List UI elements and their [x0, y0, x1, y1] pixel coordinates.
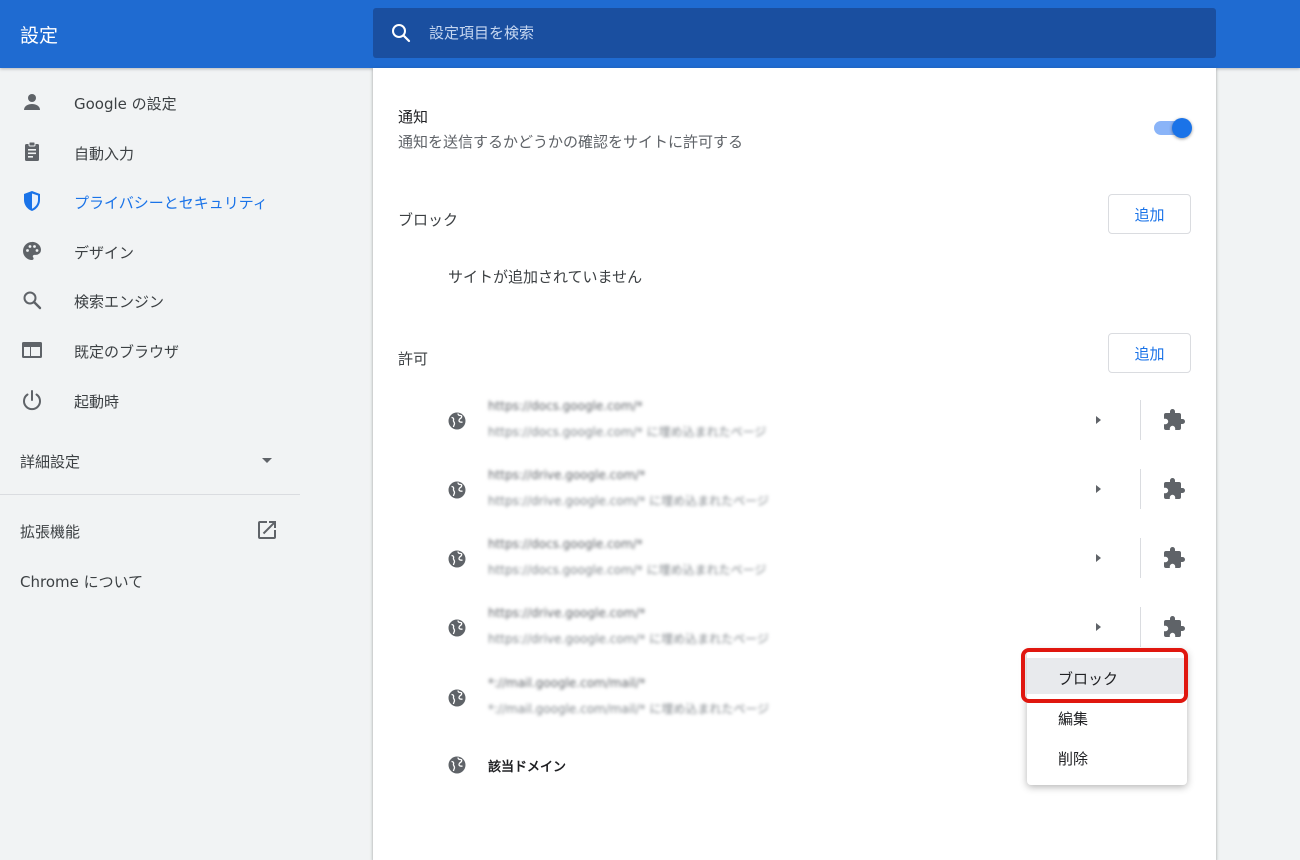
block-empty-message: サイトが追加されていません — [448, 268, 643, 286]
block-section-title: ブロック — [398, 211, 459, 229]
site-embedded-text: *://mail.google.com/mail/* に埋め込まれたページ — [488, 702, 770, 716]
sidebar-item-label: 自動入力 — [74, 145, 135, 163]
row-separator — [1140, 607, 1141, 647]
site-url: https://drive.google.com/* — [488, 606, 646, 620]
row-separator — [1140, 400, 1141, 440]
globe-icon — [448, 619, 466, 637]
block-add-button[interactable]: 追加 — [1108, 194, 1191, 234]
search-box[interactable] — [373, 8, 1216, 58]
sidebar-item-label: プライバシーとセキュリティ — [74, 194, 268, 212]
globe-icon — [448, 412, 466, 430]
row-separator — [1140, 469, 1141, 509]
sidebar-divider — [0, 494, 300, 495]
arrow-right-icon[interactable] — [1091, 479, 1107, 499]
sidebar-item-label: デザイン — [74, 244, 135, 262]
arrow-right-icon[interactable] — [1091, 617, 1107, 637]
puzzle-icon[interactable] — [1162, 408, 1186, 432]
globe-icon — [448, 756, 466, 774]
notifications-toggle[interactable] — [1154, 118, 1192, 138]
domain-label: 該当ドメイン — [488, 760, 567, 775]
palette-icon — [23, 241, 41, 260]
site-url: *://mail.google.com/mail/* — [488, 676, 646, 690]
puzzle-icon[interactable] — [1162, 477, 1186, 501]
site-url: https://docs.google.com/* — [488, 399, 643, 413]
site-embedded-text: https://drive.google.com/* に埋め込まれたページ — [488, 494, 769, 508]
search-input[interactable] — [429, 8, 1189, 58]
open-in-new-icon — [258, 521, 276, 539]
extensions-label: 拡張機能 — [20, 523, 81, 541]
power-icon — [23, 390, 41, 411]
globe-icon — [448, 550, 466, 568]
top-bar: 設定 — [0, 0, 1300, 68]
sidebar-item-extensions[interactable]: 拡張機能 — [0, 508, 300, 552]
sidebar-item-privacy-security[interactable]: プライバシーとセキュリティ — [0, 179, 300, 223]
site-embedded-text: https://drive.google.com/* に埋め込まれたページ — [488, 632, 769, 646]
sidebar-item-autofill[interactable]: 自動入力 — [0, 130, 300, 174]
row-separator — [1140, 538, 1141, 578]
menu-item-delete[interactable]: 削除 — [1027, 738, 1187, 774]
search-icon — [23, 291, 42, 310]
sidebar-item-search-engine[interactable]: 検索エンジン — [0, 278, 300, 322]
sidebar-item-google-settings[interactable]: Google の設定 — [0, 80, 300, 124]
advanced-settings-toggle[interactable]: 詳細設定 — [0, 438, 300, 482]
allowed-site-row[interactable]: https://drive.google.com/* https://drive… — [373, 463, 1216, 521]
site-embedded-text: https://docs.google.com/* に埋め込まれたページ — [488, 563, 767, 577]
sidebar-item-design[interactable]: デザイン — [0, 229, 300, 273]
sidebar-item-label: 既定のブラウザ — [74, 343, 180, 361]
clipboard-icon — [25, 141, 39, 161]
sidebar-item-on-startup[interactable]: 起動時 — [0, 378, 300, 422]
search-icon — [392, 24, 411, 43]
globe-icon — [448, 481, 466, 499]
allowed-site-row[interactable]: https://docs.google.com/* https://docs.g… — [373, 532, 1216, 590]
site-embedded-text: https://docs.google.com/* に埋め込まれたページ — [488, 425, 767, 439]
toggle-knob — [1172, 118, 1192, 138]
puzzle-icon[interactable] — [1162, 615, 1186, 639]
allowed-site-row[interactable]: https://docs.google.com/* https://docs.g… — [373, 394, 1216, 452]
about-chrome-label: Chrome について — [20, 573, 144, 591]
arrow-right-icon[interactable] — [1091, 548, 1107, 568]
menu-item-edit[interactable]: 編集 — [1027, 698, 1187, 734]
sidebar-item-label: 検索エンジン — [74, 293, 165, 311]
site-url: https://drive.google.com/* — [488, 468, 646, 482]
sidebar-item-about-chrome[interactable]: Chrome について — [0, 558, 300, 602]
highlight-annotation — [1021, 648, 1188, 703]
globe-icon — [448, 689, 466, 707]
menu-item-label: 編集 — [1058, 710, 1089, 728]
sidebar-item-label: 起動時 — [74, 393, 120, 411]
puzzle-icon[interactable] — [1162, 546, 1186, 570]
sidebar: Google の設定 自動入力 プライバシーとセキュリティ デザイン 検索エンジ… — [0, 68, 300, 860]
site-url: https://docs.google.com/* — [488, 537, 643, 551]
allow-section-title: 許可 — [398, 350, 429, 368]
shield-icon — [24, 191, 40, 211]
advanced-settings-label: 詳細設定 — [20, 453, 81, 471]
person-icon — [24, 94, 40, 110]
caret-down-icon — [262, 458, 272, 463]
notifications-description: 通知を送信するかどうかの確認をサイトに許可する — [398, 133, 744, 151]
browser-window-icon — [22, 342, 42, 358]
notifications-title: 通知 — [398, 108, 429, 126]
arrow-right-icon[interactable] — [1091, 410, 1107, 430]
sidebar-item-default-browser[interactable]: 既定のブラウザ — [0, 328, 300, 372]
sidebar-item-label: Google の設定 — [74, 95, 177, 113]
menu-item-label: 削除 — [1058, 750, 1089, 768]
page-title: 設定 — [20, 25, 59, 47]
allow-add-button[interactable]: 追加 — [1108, 333, 1191, 373]
